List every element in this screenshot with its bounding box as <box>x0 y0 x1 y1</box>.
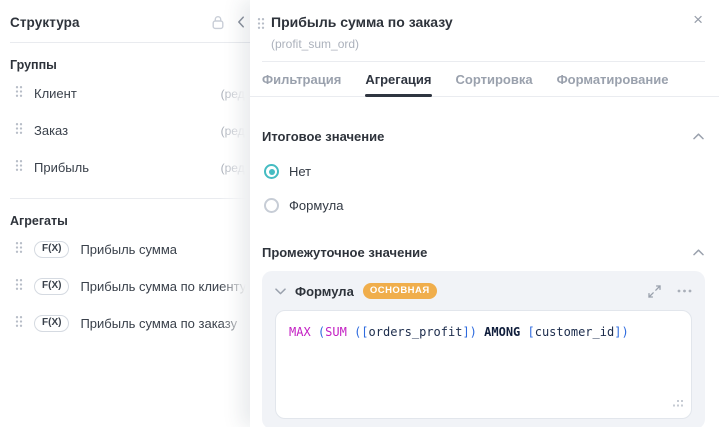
radio-label: Нет <box>289 164 312 179</box>
tab-sorting[interactable]: Сортировка <box>456 62 533 96</box>
drag-handle-icon[interactable] <box>15 278 23 296</box>
aggregate-row-profit-sum[interactable]: F(X) Прибыль сумма <box>10 231 250 268</box>
intermediate-value-section-header: Промежуточное значение <box>262 243 704 261</box>
tab-filtration[interactable]: Фильтрация <box>262 62 341 96</box>
group-label: Прибыль <box>34 160 89 175</box>
formula-card: Формула ОСНОВНАЯ MAX (SUM ([orders_profi… <box>262 271 705 427</box>
drag-handle-icon[interactable] <box>15 241 23 259</box>
total-value-section-header: Итоговое значение <box>262 127 704 145</box>
code-token: ]) <box>614 325 629 339</box>
radio-option-formula[interactable]: Формула <box>264 198 719 213</box>
divider <box>10 42 250 43</box>
formula-card-header: Формула ОСНОВНАЯ <box>275 282 692 300</box>
aggregate-label: Прибыль сумма <box>80 242 178 257</box>
drag-handle-icon[interactable] <box>15 315 23 333</box>
code-token: ]) <box>462 325 477 339</box>
code-token: AMONG <box>484 325 521 339</box>
app-window: Структура Группы Клиент (ред. Заказ (ред… <box>0 0 719 427</box>
collapse-panel-icon[interactable] <box>237 16 245 28</box>
aggregate-label: Прибыль сумма по клиенту <box>80 279 247 294</box>
group-row-client[interactable]: Клиент (ред. <box>10 75 250 112</box>
close-icon[interactable]: × <box>691 11 705 28</box>
structure-panel-title: Структура <box>10 14 80 30</box>
structure-panel: Структура Группы Клиент (ред. Заказ (ред… <box>0 0 250 427</box>
formula-fx-badge: F(X) <box>34 278 70 295</box>
aggregates-section-header: Агрегаты <box>10 214 68 228</box>
group-row-profit[interactable]: Прибыль (ред. <box>10 149 250 186</box>
drawer-header: Прибыль сумма по заказу × <box>250 0 719 35</box>
radio-selected-icon <box>264 164 279 179</box>
group-label: Заказ <box>34 123 69 138</box>
divider <box>10 198 250 199</box>
drag-handle-icon[interactable] <box>257 17 265 35</box>
drawer-title: Прибыль сумма по заказу <box>271 14 453 30</box>
code-token: MAX <box>289 325 311 339</box>
lock-icon[interactable] <box>210 14 226 31</box>
structure-panel-header: Структура <box>10 10 250 34</box>
aggregate-row-profit-sum-by-order[interactable]: F(X) Прибыль сумма по заказу <box>10 305 250 342</box>
formula-fx-badge: F(X) <box>34 315 70 332</box>
aggregate-label: Прибыль сумма по заказу <box>80 316 238 331</box>
chevron-down-icon[interactable] <box>275 282 286 300</box>
intermediate-value-title: Промежуточное значение <box>262 244 428 260</box>
drag-handle-icon[interactable] <box>15 122 23 140</box>
group-edit-hint: (ред. <box>220 86 248 101</box>
chevron-up-icon[interactable] <box>693 127 704 145</box>
expand-icon[interactable] <box>648 284 661 298</box>
tab-aggregation[interactable]: Агрегация <box>365 62 432 97</box>
total-value-title: Итоговое значение <box>262 128 385 144</box>
settings-tabs: Фильтрация Агрегация Сортировка Форматир… <box>250 62 719 97</box>
formula-code-editor[interactable]: MAX (SUM ([orders_profit]) AMONG [custom… <box>275 310 692 419</box>
code-token: SUM <box>325 325 347 339</box>
drag-handle-icon[interactable] <box>15 85 23 103</box>
radio-option-none[interactable]: Нет <box>264 164 719 179</box>
group-label: Клиент <box>34 86 77 101</box>
code-token: [ <box>527 325 535 339</box>
resize-grip-icon[interactable] <box>672 397 684 411</box>
group-edit-hint: (ред. <box>220 160 248 175</box>
group-row-order[interactable]: Заказ (ред. <box>10 112 250 149</box>
tab-formatting[interactable]: Форматирование <box>557 62 669 96</box>
code-token: customer_id <box>534 325 615 339</box>
formula-card-title: Формула <box>295 283 354 299</box>
field-settings-drawer: Прибыль сумма по заказу × (profit_sum_or… <box>250 0 719 427</box>
structure-panel-actions <box>210 14 245 31</box>
field-id-subtitle: (profit_sum_ord) <box>271 37 360 51</box>
chevron-up-icon[interactable] <box>693 243 704 261</box>
code-token: orders_profit <box>368 325 463 339</box>
radio-label: Формула <box>289 198 344 213</box>
group-edit-hint: (ред. <box>220 123 248 138</box>
primary-badge: ОСНОВНАЯ <box>362 282 437 300</box>
formula-card-actions <box>648 284 692 298</box>
radio-unselected-icon <box>264 198 279 213</box>
formula-fx-badge: F(X) <box>34 241 70 258</box>
drag-handle-icon[interactable] <box>15 159 23 177</box>
groups-section-header: Группы <box>10 58 57 72</box>
code-token: ([ <box>354 325 369 339</box>
aggregate-row-profit-sum-by-client[interactable]: F(X) Прибыль сумма по клиенту <box>10 268 250 305</box>
formula-code-line: MAX (SUM ([orders_profit]) AMONG [custom… <box>289 324 678 340</box>
ellipsis-menu-icon[interactable] <box>677 289 692 293</box>
